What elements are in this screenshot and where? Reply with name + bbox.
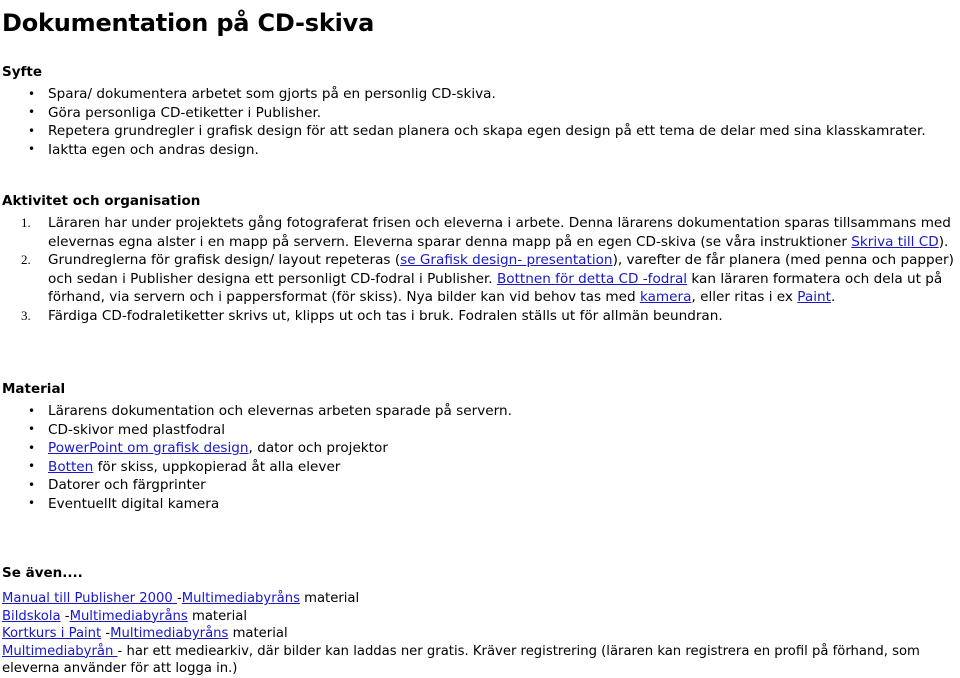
row-tail-text: material (299, 591, 360, 606)
separator-text: - (60, 608, 70, 624)
list-item: Grundreglerna för grafisk design/ layout… (0, 251, 960, 307)
link-powerpoint-grafisk-design[interactable]: PowerPoint om grafisk design (48, 440, 249, 456)
syfte-bullet-list: Spara/ dokumentera arbetet som gjorts på… (0, 85, 960, 159)
link-grafisk-design-presentation[interactable]: se Grafisk design- presentation (400, 252, 612, 268)
list-item: Datorer och färgprinter (0, 476, 960, 495)
material-bullet-list: Lärarens dokumentation och elevernas arb… (0, 402, 960, 513)
item1-text-part1: Läraren har under projektets gång fotogr… (48, 215, 951, 250)
list-item: Läraren har under projektets gång fotogr… (0, 214, 960, 251)
link-kortkurs-i-paint[interactable]: Kortkurs i Paint (2, 626, 101, 641)
se-aven-row: Bildskola -Multimediabyråns material (2, 608, 960, 626)
section-heading-material: Material (2, 381, 66, 397)
se-aven-row-last: Multimediabyrån - har ett mediearkiv, dä… (2, 643, 960, 678)
page-title: Dokumentation på CD-skiva (2, 9, 375, 37)
list-item: Botten för skiss, uppkopierad åt alla el… (0, 457, 960, 477)
link-bildskola[interactable]: Bildskola (2, 609, 61, 624)
link-bottnen-cd-fodral[interactable]: Bottnen för detta CD -fodral (497, 271, 687, 287)
link-multimediabyrans-2[interactable]: Multimediabyråns (70, 609, 188, 624)
list-item: Repetera grundregler i grafisk design fö… (0, 122, 960, 141)
list-item: Eventuellt digital kamera (0, 494, 960, 514)
material-item-text: för skiss, uppkopierad åt alla elever (93, 458, 341, 475)
list-item: CD-skivor med plastfodral (0, 420, 960, 440)
material-item-text: , dator och projektor (248, 440, 388, 456)
item2-text-part1: Grundreglerna för grafisk design/ layout… (48, 252, 401, 268)
link-skriva-till-cd[interactable]: Skriva till CD (851, 234, 939, 250)
se-aven-row: Manual till Publisher 2000 -Multimediaby… (2, 590, 960, 608)
link-multimediabyran[interactable]: Multimediabyrån (2, 644, 118, 659)
item1-text-part2: ). (938, 233, 949, 250)
last-row-text: - har ett mediearkiv, där bilder kan lad… (2, 643, 920, 677)
link-manual-publisher-2000[interactable]: Manual till Publisher 2000 (2, 591, 177, 606)
se-aven-links: Manual till Publisher 2000 -Multimediaby… (0, 590, 960, 678)
list-item: PowerPoint om grafisk design, dator och … (0, 439, 960, 458)
document-page: Dokumentation på CD-skiva Syfte Spara/ d… (0, 0, 960, 676)
section-heading-syfte: Syfte (2, 64, 43, 80)
link-multimediabyrans-1[interactable]: Multimediabyråns (182, 591, 300, 606)
link-paint[interactable]: Paint (797, 289, 831, 305)
list-item: Iaktta egen och andras design. (0, 140, 960, 160)
separator-text: - (101, 626, 111, 641)
list-item: Spara/ dokumentera arbetet som gjorts på… (0, 85, 960, 104)
section-heading-se-aven: Se även.... (2, 565, 83, 581)
link-kamera[interactable]: kamera (640, 289, 692, 305)
list-item: Färdiga CD-fodraletiketter skrivs ut, kl… (21, 307, 723, 325)
row-tail-text: material (228, 626, 288, 641)
se-aven-row: Kortkurs i Paint -Multimediabyråns mater… (2, 625, 960, 643)
item2-text-part4: , eller ritas i ex (691, 289, 798, 305)
list-item: Lärarens dokumentation och elevernas arb… (0, 402, 960, 421)
item2-text-part5: . (830, 289, 836, 305)
link-multimediabyrans-3[interactable]: Multimediabyråns (110, 626, 228, 641)
row-tail-text: material (187, 608, 248, 624)
aktivitet-numbered-list: Läraren har under projektets gång fotogr… (0, 214, 960, 325)
section-heading-aktivitet: Aktivitet och organisation (2, 193, 201, 209)
list-item: Göra personliga CD-etiketter i Publisher… (0, 103, 960, 123)
link-botten[interactable]: Botten (48, 459, 93, 475)
